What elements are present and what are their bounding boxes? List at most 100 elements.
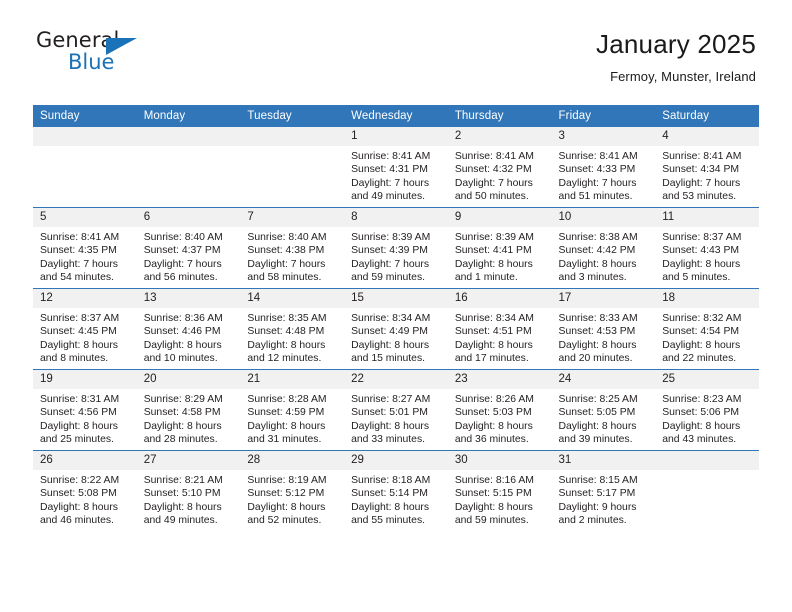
calendar-day-cell[interactable]: 14 Sunrise: 8:35 AM Sunset: 4:48 PM Dayligh… (240, 288, 345, 370)
day-details: Sunrise: 8:41 AM Sunset: 4:31 PM Daylight:… (344, 146, 448, 203)
title-block: January 2025 Fermoy, Munster, Ireland (596, 28, 756, 84)
calendar-day-cell[interactable]: 7 Sunrise: 8:40 AM Sunset: 4:38 PM Daylight… (240, 207, 345, 289)
day-number: 19 (33, 370, 137, 389)
sunrise-time: Sunrise: 8:40 AM (143, 232, 223, 243)
daylight-duration-line2: and 2 minutes. (558, 514, 627, 526)
calendar-day-cell[interactable]: 29 Sunrise: 8:18 AM Sunset: 5:14 PM Dayligh… (344, 450, 448, 531)
sunrise-time: Sunrise: 8:35 AM (247, 313, 327, 324)
sunset-time: Sunset: 4:32 PM (454, 164, 532, 176)
day-details: Sunrise: 8:22 AM Sunset: 5:08 PM Daylight:… (33, 470, 137, 527)
sunrise-time: Sunrise: 8:39 AM (454, 232, 534, 243)
daylight-duration-line2: and 33 minutes. (351, 433, 426, 445)
sunset-time: Sunset: 5:15 PM (454, 488, 532, 500)
calendar-day-cell[interactable]: 28 Sunrise: 8:19 AM Sunset: 5:12 PM Dayligh… (240, 450, 345, 531)
daylight-duration-line1: Daylight: 8 hours (247, 339, 326, 351)
daylight-duration-line1: Daylight: 8 hours (351, 420, 430, 432)
calendar-day-cell[interactable]: 5 Sunrise: 8:41 AM Sunset: 4:35 PM Daylight… (33, 207, 137, 289)
calendar-day-cell[interactable]: 9 Sunrise: 8:39 AM Sunset: 4:41 PM Daylight… (447, 207, 552, 289)
sunrise-time: Sunrise: 8:36 AM (143, 313, 223, 324)
daylight-duration-line2: and 49 minutes. (143, 514, 218, 526)
sunrise-time: Sunrise: 8:33 AM (558, 313, 638, 324)
daylight-duration-line1: Daylight: 8 hours (143, 420, 222, 432)
sunset-time: Sunset: 4:38 PM (247, 245, 325, 257)
daylight-duration-line2: and 39 minutes. (558, 433, 633, 445)
sunset-time: Sunset: 5:17 PM (558, 488, 636, 500)
calendar-day-cell[interactable]: 16 Sunrise: 8:34 AM Sunset: 4:51 PM Dayligh… (447, 288, 552, 370)
calendar-day-cell[interactable]: 8 Sunrise: 8:39 AM Sunset: 4:39 PM Daylight… (344, 207, 448, 289)
calendar-day-cell[interactable]: 18 Sunrise: 8:32 AM Sunset: 4:54 PM Dayligh… (655, 288, 759, 370)
calendar-day-cell[interactable]: 6 Sunrise: 8:40 AM Sunset: 4:37 PM Daylight… (136, 207, 241, 289)
daylight-duration-line1: Daylight: 7 hours (247, 258, 326, 270)
daylight-duration-line2: and 28 minutes. (143, 433, 218, 445)
daylight-duration-line2: and 8 minutes. (40, 352, 109, 364)
daylight-duration-line2: and 58 minutes. (247, 271, 322, 283)
daylight-duration-line2: and 25 minutes. (40, 433, 114, 445)
calendar-day-cell[interactable]: 3 Sunrise: 8:41 AM Sunset: 4:33 PM Daylight… (551, 127, 656, 208)
day-number: 21 (240, 370, 345, 389)
daylight-duration-line2: and 51 minutes. (558, 190, 633, 202)
day-details: Sunrise: 8:41 AM Sunset: 4:34 PM Daylight:… (655, 146, 759, 203)
day-details: Sunrise: 8:36 AM Sunset: 4:46 PM Daylight:… (137, 308, 241, 365)
day-details: Sunrise: 8:41 AM Sunset: 4:32 PM Daylight:… (448, 146, 552, 203)
sunrise-time: Sunrise: 8:41 AM (351, 151, 431, 162)
day-details: Sunrise: 8:19 AM Sunset: 5:12 PM Daylight:… (240, 470, 344, 527)
calendar-day-cell[interactable]: 12 Sunrise: 8:37 AM Sunset: 4:45 PM Dayligh… (33, 288, 137, 370)
day-number (136, 127, 241, 146)
calendar-day-cell[interactable]: 24 Sunrise: 8:25 AM Sunset: 5:05 PM Dayligh… (551, 369, 656, 451)
calendar-day-cell[interactable]: 15 Sunrise: 8:34 AM Sunset: 4:49 PM Dayligh… (344, 288, 448, 370)
calendar-day-cell[interactable]: 26 Sunrise: 8:22 AM Sunset: 5:08 PM Dayligh… (33, 450, 137, 531)
calendar-day-cell[interactable]: 1 Sunrise: 8:41 AM Sunset: 4:31 PM Daylight… (344, 127, 448, 208)
calendar-day-cell[interactable]: 10 Sunrise: 8:38 AM Sunset: 4:42 PM Dayligh… (551, 207, 656, 289)
daylight-duration-line2: and 31 minutes. (247, 433, 322, 445)
calendar-page: General Blue January 2025 Fermoy, Munste… (0, 0, 792, 612)
daylight-duration-line2: and 56 minutes. (143, 271, 218, 283)
day-number: 16 (447, 289, 552, 308)
day-details: Sunrise: 8:18 AM Sunset: 5:14 PM Daylight:… (344, 470, 448, 527)
calendar-day-cell[interactable]: 17 Sunrise: 8:33 AM Sunset: 4:53 PM Dayligh… (551, 288, 656, 370)
sunrise-time: Sunrise: 8:18 AM (351, 475, 431, 486)
sunrise-time: Sunrise: 8:37 AM (662, 232, 742, 243)
sunset-time: Sunset: 5:03 PM (454, 407, 532, 419)
weekday-header-thursday: Thursday (447, 105, 552, 127)
calendar-day-cell-empty (655, 450, 759, 531)
day-details: Sunrise: 8:40 AM Sunset: 4:37 PM Daylight:… (137, 227, 241, 284)
daylight-duration-line2: and 52 minutes. (247, 514, 322, 526)
sunset-time: Sunset: 4:35 PM (40, 245, 117, 257)
daylight-duration-line1: Daylight: 8 hours (662, 339, 741, 351)
calendar-day-cell[interactable]: 25 Sunrise: 8:23 AM Sunset: 5:06 PM Dayligh… (655, 369, 759, 451)
sunrise-time: Sunrise: 8:31 AM (40, 394, 120, 405)
calendar-day-cell[interactable]: 30 Sunrise: 8:16 AM Sunset: 5:15 PM Dayligh… (447, 450, 552, 531)
sunset-time: Sunset: 5:14 PM (351, 488, 428, 500)
sunrise-time: Sunrise: 8:39 AM (351, 232, 431, 243)
calendar-week-row: 26 Sunrise: 8:22 AM Sunset: 5:08 PM Dayligh… (33, 450, 759, 531)
calendar-day-cell[interactable]: 22 Sunrise: 8:27 AM Sunset: 5:01 PM Dayligh… (344, 369, 448, 451)
daylight-duration-line2: and 54 minutes. (40, 271, 114, 283)
sunrise-time: Sunrise: 8:41 AM (40, 232, 120, 243)
sunset-time: Sunset: 4:33 PM (558, 164, 636, 176)
calendar-day-cell[interactable]: 21 Sunrise: 8:28 AM Sunset: 4:59 PM Dayligh… (240, 369, 345, 451)
calendar-day-cell[interactable]: 31 Sunrise: 8:15 AM Sunset: 5:17 PM Dayligh… (551, 450, 656, 531)
logo-text-blue: Blue (68, 50, 115, 74)
day-number: 24 (551, 370, 656, 389)
calendar-day-cell-empty (136, 127, 241, 208)
sunrise-time: Sunrise: 8:16 AM (454, 475, 534, 486)
calendar-day-cell[interactable]: 2 Sunrise: 8:41 AM Sunset: 4:32 PM Daylight… (447, 127, 552, 208)
day-number: 3 (551, 127, 656, 146)
calendar-day-cell[interactable]: 23 Sunrise: 8:26 AM Sunset: 5:03 PM Dayligh… (447, 369, 552, 451)
calendar-day-cell[interactable]: 19 Sunrise: 8:31 AM Sunset: 4:56 PM Dayligh… (33, 369, 137, 451)
calendar-day-cell[interactable]: 11 Sunrise: 8:37 AM Sunset: 4:43 PM Dayligh… (655, 207, 759, 289)
daylight-duration-line2: and 53 minutes. (662, 190, 737, 202)
calendar-day-cell[interactable]: 20 Sunrise: 8:29 AM Sunset: 4:58 PM Dayligh… (136, 369, 241, 451)
calendar-day-cell[interactable]: 4 Sunrise: 8:41 AM Sunset: 4:34 PM Daylight… (655, 127, 759, 208)
calendar-day-cell[interactable]: 27 Sunrise: 8:21 AM Sunset: 5:10 PM Dayligh… (136, 450, 241, 531)
day-number: 11 (655, 208, 759, 227)
daylight-duration-line1: Daylight: 8 hours (143, 339, 222, 351)
day-details: Sunrise: 8:26 AM Sunset: 5:03 PM Daylight:… (448, 389, 552, 446)
daylight-duration-line1: Daylight: 8 hours (40, 501, 118, 513)
day-number: 28 (240, 451, 345, 470)
day-details: Sunrise: 8:41 AM Sunset: 4:33 PM Daylight:… (552, 146, 656, 203)
daylight-duration-line2: and 5 minutes. (662, 271, 731, 283)
calendar-day-cell[interactable]: 13 Sunrise: 8:36 AM Sunset: 4:46 PM Dayligh… (136, 288, 241, 370)
sunrise-time: Sunrise: 8:25 AM (558, 394, 638, 405)
daylight-duration-line1: Daylight: 7 hours (662, 177, 741, 189)
